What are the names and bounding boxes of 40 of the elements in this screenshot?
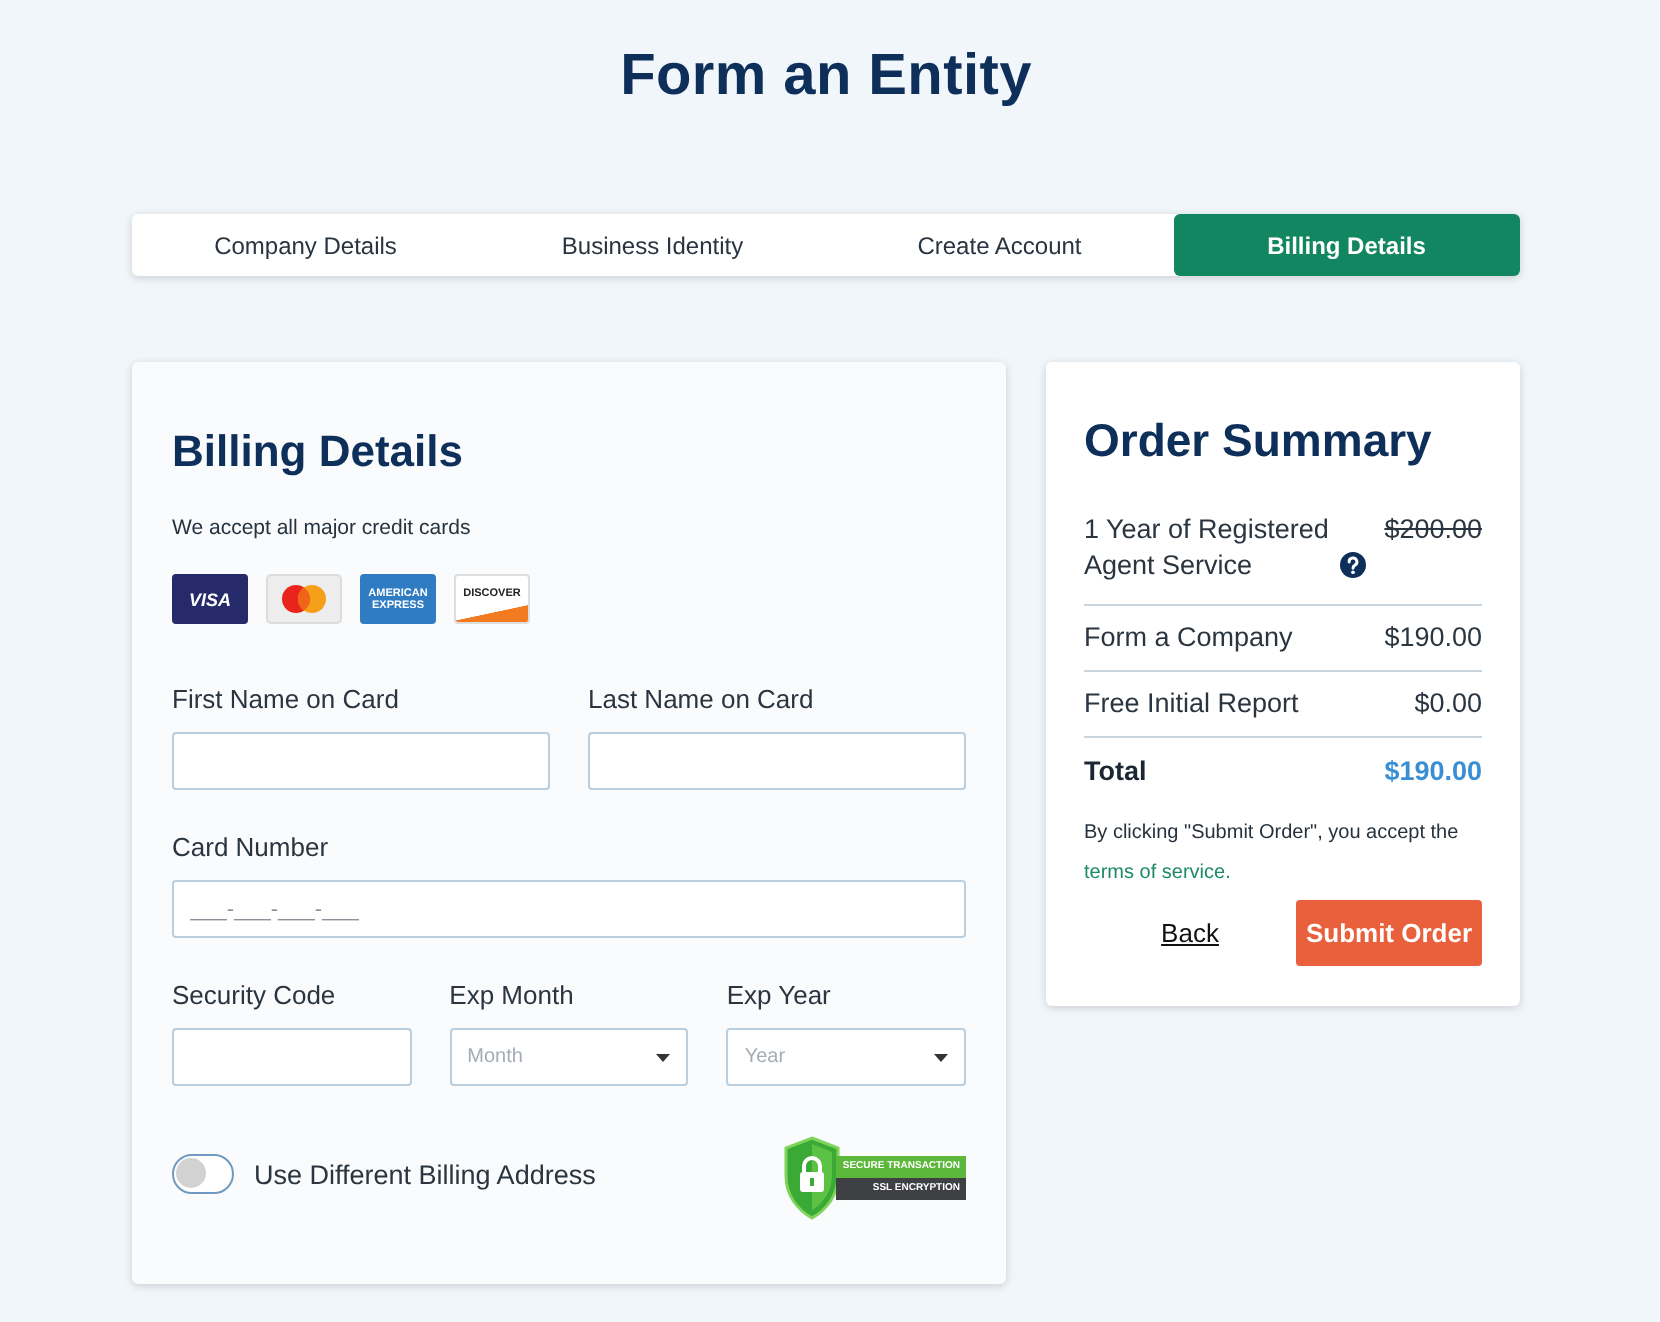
field-label: Exp Year xyxy=(726,978,833,1014)
step-tab[interactable]: Business Identity xyxy=(479,214,826,276)
card-heading: Order Summary xyxy=(1084,412,1434,468)
card-heading: Billing Details xyxy=(172,424,465,480)
field-label: Exp Month xyxy=(449,978,576,1014)
step-tab[interactable]: Company Details xyxy=(132,214,479,276)
total-label: Total xyxy=(1084,754,1147,790)
text-input[interactable] xyxy=(588,732,966,790)
item-price: $0.00 xyxy=(1414,686,1482,722)
caret-icon xyxy=(933,1053,948,1061)
text-input[interactable] xyxy=(172,732,550,790)
dropdown-field[interactable]: Year xyxy=(726,1028,966,1086)
toggle-switch[interactable] xyxy=(172,1154,234,1194)
text-input[interactable] xyxy=(172,1028,412,1086)
submit-order-button[interactable]: Submit Order xyxy=(1296,900,1482,966)
text-input[interactable]: ___-___-___-___ xyxy=(172,880,966,938)
item-price: $200.00 xyxy=(1384,512,1482,548)
page-title: Form an Entity xyxy=(618,42,1034,112)
item-label: 1 Year of Registered Agent Service xyxy=(1084,512,1331,584)
field-label: Last Name on Card xyxy=(588,682,816,718)
back-link[interactable]: Back xyxy=(1161,918,1219,948)
total-price: $190.00 xyxy=(1384,754,1482,790)
help-icon[interactable] xyxy=(1340,552,1366,578)
terms-text: By clicking "Submit Order", you accept the terms of service. xyxy=(1084,820,1461,888)
item-label: Free Initial Report xyxy=(1084,686,1299,722)
item-price: $190.00 xyxy=(1384,620,1482,656)
field-label: First Name on Card xyxy=(172,682,401,718)
item-label: Form a Company xyxy=(1084,620,1293,656)
shield-lock-icon xyxy=(782,1136,843,1220)
terms-link[interactable]: terms of service. xyxy=(1084,862,1231,884)
step-tab[interactable]: Create Account xyxy=(826,214,1173,276)
card-logo: VISA xyxy=(172,574,248,624)
dropdown-field[interactable]: Month xyxy=(449,1028,689,1086)
overlapping-circles-icon xyxy=(266,574,342,624)
field-label: Security Code xyxy=(172,978,338,1014)
toggle-label: Use Different Billing Address xyxy=(254,1159,596,1189)
accepted-cards-note: We accept all major credit cards xyxy=(172,514,473,542)
field-label: Card Number xyxy=(172,830,331,866)
step-tab[interactable]: Billing Details xyxy=(1173,214,1520,276)
caret-icon xyxy=(656,1053,671,1061)
